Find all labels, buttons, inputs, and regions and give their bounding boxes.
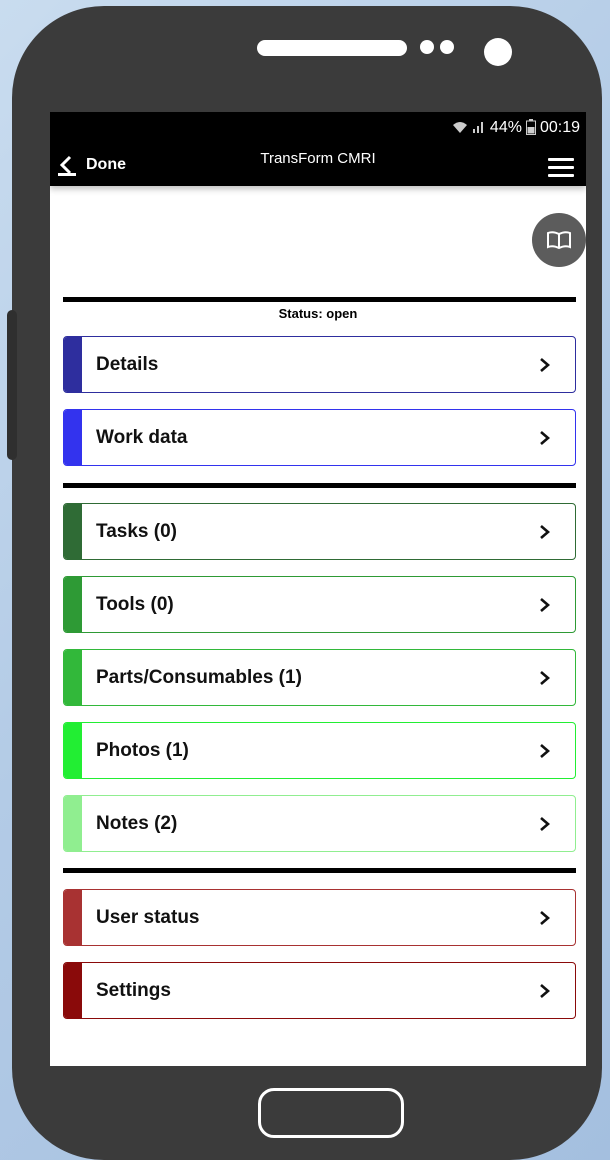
- nav-item-label: Work data: [96, 426, 188, 448]
- nav-item-label: Parts/Consumables (1): [96, 666, 302, 688]
- nav-item-details[interactable]: Details: [63, 336, 576, 393]
- nav-item-photos[interactable]: Photos (1): [63, 722, 576, 779]
- nav-item-work-data[interactable]: Work data: [63, 409, 576, 466]
- status-label: Status: open: [278, 306, 358, 321]
- hamburger-menu-icon[interactable]: [548, 158, 574, 178]
- chevron-right-icon: [540, 910, 550, 925]
- phone-camera: [484, 38, 512, 66]
- status-bar: 44% 00:19: [50, 112, 586, 144]
- phone-side-button: [7, 310, 17, 460]
- nav-item-parts-consumables[interactable]: Parts/Consumables (1): [63, 649, 576, 706]
- chevron-right-icon: [540, 983, 550, 998]
- chevron-right-icon: [540, 430, 550, 445]
- chevron-right-icon: [540, 524, 550, 539]
- chevron-right-icon: [540, 357, 550, 372]
- battery-icon: [525, 118, 536, 138]
- battery-percent: 44%: [489, 119, 522, 136]
- book-icon: [547, 231, 571, 250]
- chevron-right-icon: [540, 670, 550, 685]
- nav-item-label: Details: [96, 353, 159, 375]
- app-title: TransForm CMRI: [260, 150, 376, 167]
- nav-item-label: Photos (1): [96, 739, 189, 761]
- section-divider: [63, 297, 576, 302]
- phone-sensor: [440, 40, 454, 54]
- chevron-right-icon: [540, 597, 550, 612]
- nav-item-label: Tools (0): [96, 593, 174, 615]
- nav-item-label: Settings: [96, 979, 171, 1001]
- wifi-icon: [452, 120, 468, 137]
- nav-item-notes[interactable]: Notes (2): [63, 795, 576, 852]
- phone-speaker: [257, 40, 407, 56]
- nav-item-label: User status: [96, 906, 200, 928]
- home-button[interactable]: [258, 1088, 404, 1138]
- nav-item-settings[interactable]: Settings: [63, 962, 576, 1019]
- nav-item-label: Tasks (0): [96, 520, 177, 542]
- section-divider: [63, 483, 576, 488]
- chevron-right-icon: [540, 816, 550, 831]
- signal-icon: [472, 120, 486, 137]
- manual-button[interactable]: [532, 213, 586, 267]
- nav-item-tasks[interactable]: Tasks (0): [63, 503, 576, 560]
- nav-item-label: Notes (2): [96, 812, 178, 834]
- nav-item-tools[interactable]: Tools (0): [63, 576, 576, 633]
- nav-item-user-status[interactable]: User status: [63, 889, 576, 946]
- chevron-right-icon: [540, 743, 550, 758]
- section-divider: [63, 868, 576, 873]
- app-header: Done TransForm CMRI: [50, 144, 586, 186]
- phone-sensor: [420, 40, 434, 54]
- clock-time: 00:19: [539, 119, 580, 136]
- app-screen: 44% 00:19 Done TransForm CMRI Status: op…: [50, 112, 586, 1066]
